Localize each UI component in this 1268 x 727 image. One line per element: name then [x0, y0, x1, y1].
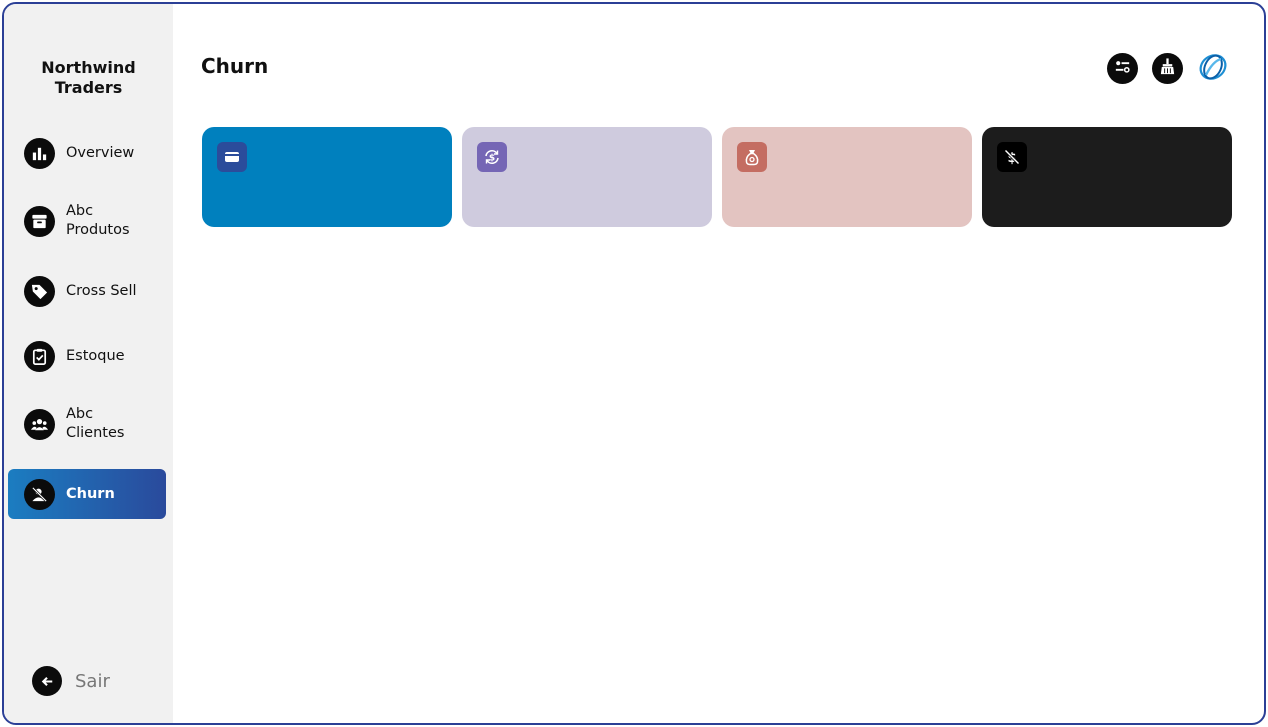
company-logo-icon [1197, 51, 1229, 87]
clipboard-check-icon [24, 340, 55, 372]
kpi-card: $ [462, 127, 712, 227]
header-actions [1107, 53, 1228, 84]
sidebar-item-abc-produtos[interactable]: Abc Produtos [8, 196, 166, 246]
currency-exchange-icon: $ [477, 142, 507, 172]
bar-chart-icon [24, 137, 55, 169]
users-group-icon [24, 408, 55, 440]
sidebar-item-abc-clientes[interactable]: Abc Clientes [8, 399, 166, 449]
wallet-icon [217, 142, 247, 172]
company-logo-button[interactable] [1197, 53, 1228, 84]
sidebar-item-churn[interactable]: Churn [8, 469, 166, 519]
arrow-left-icon [32, 666, 62, 696]
money-bag-icon [737, 142, 767, 172]
sidebar-item-label: Abc Produtos [66, 203, 130, 238]
sidebar-item-label: Cross Sell [66, 282, 137, 299]
svg-text:$: $ [489, 154, 495, 164]
logout-label: Sair [75, 670, 110, 692]
logout-button[interactable]: Sair [32, 666, 110, 696]
filter-settings-button[interactable] [1107, 53, 1138, 84]
kpi-card [202, 127, 452, 227]
kpi-card [722, 127, 972, 227]
app-window: Northwind Traders Overview Abc Produtos [2, 2, 1266, 725]
kpi-cards: $ $ [202, 127, 1232, 227]
sidebar: Northwind Traders Overview Abc Produtos [4, 4, 173, 723]
brand-title: Northwind Traders [4, 58, 173, 98]
sidebar-item-overview[interactable]: Overview [8, 128, 166, 178]
sidebar-item-label: Estoque [66, 347, 125, 364]
sidebar-item-label: Churn [66, 485, 115, 502]
price-tag-icon [24, 275, 55, 307]
main-content: Churn $ [173, 4, 1264, 723]
page-title: Churn [201, 54, 269, 78]
sidebar-item-label: Overview [66, 144, 135, 161]
money-off-icon: $ [997, 142, 1027, 172]
sidebar-item-label: Abc Clientes [66, 406, 125, 441]
sidebar-item-cross-sell[interactable]: Cross Sell [8, 266, 166, 316]
clear-broom-icon [1158, 57, 1177, 80]
sidebar-item-estoque[interactable]: Estoque [8, 331, 166, 381]
archive-box-icon [24, 205, 55, 237]
filter-settings-icon [1113, 57, 1132, 80]
clear-filters-button[interactable] [1152, 53, 1183, 84]
kpi-card: $ [982, 127, 1232, 227]
brand-line-1: Northwind [41, 58, 136, 77]
brand-line-2: Traders [54, 78, 123, 97]
user-off-icon [24, 478, 55, 510]
